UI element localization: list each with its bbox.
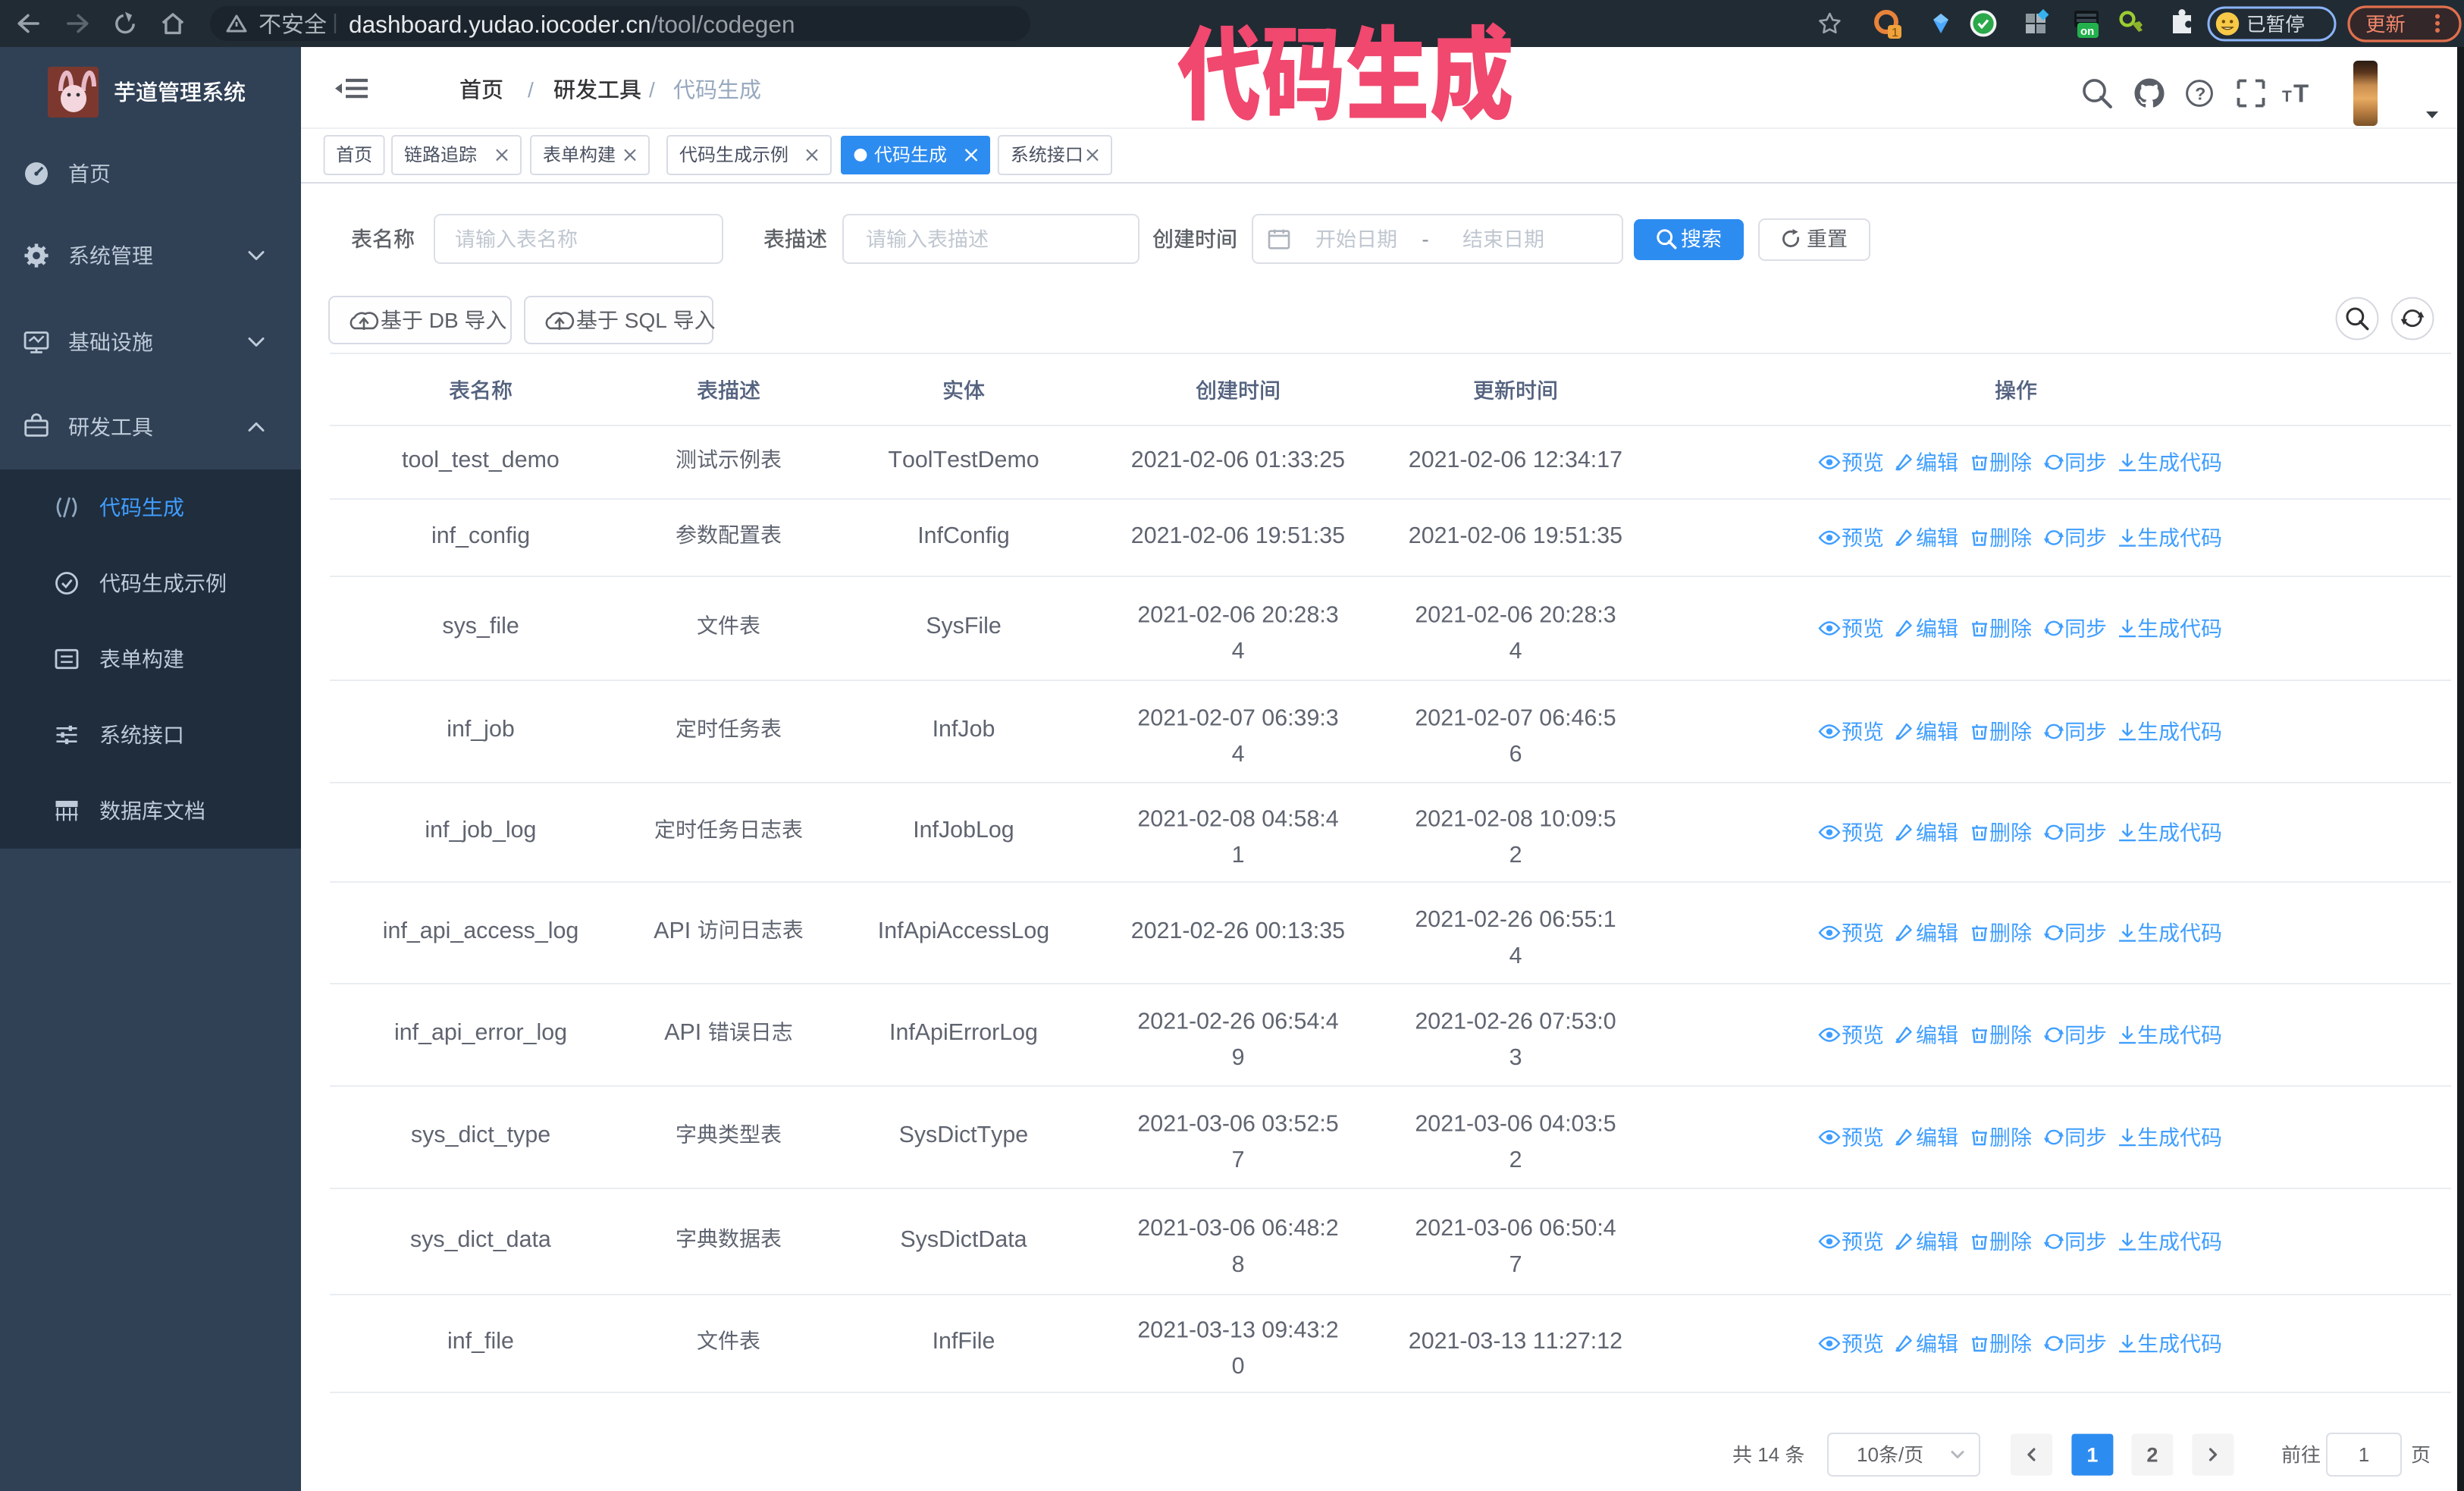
svg-text:T: T [2282,88,2292,105]
svg-text:InfJobLog: InfJobLog [913,817,1014,843]
svg-text:2021-02-26 06:54:4: 2021-02-26 06:54:4 [1137,1009,1338,1034]
svg-text:tool_test_demo: tool_test_demo [402,447,560,472]
svg-text:14: 14 [1752,1443,1785,1466]
svg-text:2021-03-06 06:48:2: 2021-03-06 06:48:2 [1137,1215,1338,1241]
svg-text:inf_job_log: inf_job_log [425,817,536,843]
svg-text:2021-02-06 20:28:3: 2021-02-06 20:28:3 [1415,602,1616,628]
svg-text:/tool/codegen: /tool/codegen [651,11,795,38]
svg-text:4: 4 [1509,943,1522,968]
svg-text:DB: DB [423,309,464,332]
svg-text:2021-02-07 06:39:3: 2021-02-07 06:39:3 [1137,705,1338,731]
svg-text:2021-02-06 19:51:35: 2021-02-06 19:51:35 [1409,523,1622,548]
svg-text:7: 7 [1232,1147,1245,1172]
svg-text:/: / [528,78,534,102]
svg-text:sys_file: sys_file [442,613,519,639]
svg-text:2021-02-08 04:58:4: 2021-02-08 04:58:4 [1137,806,1338,832]
svg-text:inf_api_access_log: inf_api_access_log [383,918,579,943]
svg-text:sys_dict_type: sys_dict_type [411,1122,550,1147]
svg-text:dashboard.yudao.iocoder.cn: dashboard.yudao.iocoder.cn [349,11,651,38]
svg-text:InfJob: InfJob [933,716,995,742]
svg-text:3: 3 [1509,1044,1522,1070]
svg-text:4: 4 [1232,638,1245,664]
svg-text:inf_job: inf_job [447,716,515,742]
svg-text:1: 1 [2359,1443,2369,1466]
svg-text:InfApiAccessLog: InfApiAccessLog [878,918,1049,943]
svg-text:SQL: SQL [619,309,673,332]
svg-text:4: 4 [1509,638,1522,664]
svg-text:API: API [664,1019,707,1045]
svg-text:2021-02-26 06:55:1: 2021-02-26 06:55:1 [1415,906,1616,932]
svg-text:InfFile: InfFile [933,1328,995,1354]
svg-text:0: 0 [1232,1353,1245,1379]
svg-text:API: API [654,918,697,943]
svg-text:2: 2 [1509,842,1522,868]
svg-text:6: 6 [1509,741,1522,767]
svg-text:SysDictData: SysDictData [900,1226,1027,1252]
svg-text:/: / [1898,1443,1904,1466]
svg-text:2021-02-06 19:51:35: 2021-02-06 19:51:35 [1131,523,1345,548]
svg-text:2021-03-06 06:50:4: 2021-03-06 06:50:4 [1415,1215,1616,1241]
svg-text:1: 1 [1232,842,1245,868]
svg-text:on: on [2080,25,2094,38]
svg-text:1: 1 [2086,1444,2098,1467]
svg-text:?: ? [2195,83,2205,103]
svg-text:2021-03-06 04:03:5: 2021-03-06 04:03:5 [1415,1111,1616,1137]
svg-text:2021-03-06 03:52:5: 2021-03-06 03:52:5 [1137,1111,1338,1137]
svg-text:-: - [1422,228,1428,251]
svg-text:2021-02-26 07:53:0: 2021-02-26 07:53:0 [1415,1009,1616,1034]
svg-text:sys_dict_data: sys_dict_data [410,1226,551,1252]
svg-text:inf_api_error_log: inf_api_error_log [394,1019,567,1045]
svg-text:2021-02-06 12:34:17: 2021-02-06 12:34:17 [1409,447,1622,472]
svg-text:8: 8 [1232,1251,1245,1277]
svg-text:2: 2 [2146,1444,2158,1467]
svg-text:2021-03-13 11:27:12: 2021-03-13 11:27:12 [1409,1328,1622,1354]
svg-text:7: 7 [1509,1251,1522,1277]
svg-text:SysDictType: SysDictType [899,1122,1029,1147]
svg-text:9: 9 [1232,1044,1245,1070]
svg-text:2021-02-26 00:13:35: 2021-02-26 00:13:35 [1131,918,1345,943]
svg-text:ToolTestDemo: ToolTestDemo [888,447,1039,472]
svg-text:4: 4 [1232,741,1245,767]
svg-text:/: / [649,78,655,102]
svg-text:2021-02-06 20:28:3: 2021-02-06 20:28:3 [1137,602,1338,628]
svg-text:InfConfig: InfConfig [917,523,1010,548]
svg-text:inf_config: inf_config [431,523,530,548]
svg-text:InfApiErrorLog: InfApiErrorLog [889,1019,1038,1045]
svg-text:2021-02-08 10:09:5: 2021-02-08 10:09:5 [1415,806,1616,832]
svg-text:2021-02-07 06:46:5: 2021-02-07 06:46:5 [1415,705,1616,731]
svg-text:2021-03-13 09:43:2: 2021-03-13 09:43:2 [1137,1317,1338,1343]
svg-text:2: 2 [1509,1147,1522,1172]
svg-text:SysFile: SysFile [926,613,1002,639]
svg-text:1: 1 [1892,27,1898,39]
svg-text:inf_file: inf_file [447,1328,514,1354]
svg-text:10: 10 [1857,1443,1879,1466]
svg-text:T: T [2293,79,2309,107]
svg-text:2021-02-06 01:33:25: 2021-02-06 01:33:25 [1131,447,1345,472]
